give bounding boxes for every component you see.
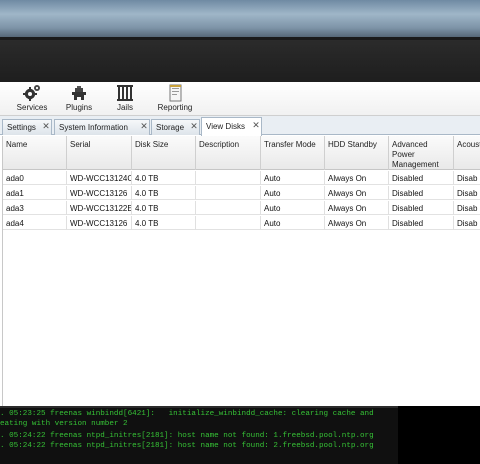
tab-settings-label: Settings bbox=[7, 123, 36, 132]
cell-name: ada3 bbox=[3, 201, 67, 215]
table-row[interactable]: ada1 WD-WCC13126 4.0 TB Auto Always On D… bbox=[3, 186, 480, 200]
grid-header: Name Serial Disk Size Description Transf… bbox=[3, 136, 480, 170]
cell-hdd-standby: Always On bbox=[325, 216, 389, 230]
cell-power-management: Disabled bbox=[389, 216, 454, 230]
table-row[interactable]: ada4 WD-WCC13126 4.0 TB Auto Always On D… bbox=[3, 216, 480, 230]
jails-label: Jails bbox=[116, 103, 133, 112]
cell-name: ada0 bbox=[3, 171, 67, 185]
toolbar: Services Plugins Jails Reporting bbox=[0, 82, 480, 116]
column-header-transfer-mode[interactable]: Transfer Mode bbox=[261, 136, 325, 170]
tab-system-information-label: System Information bbox=[59, 123, 128, 132]
cell-acoustic: Disab bbox=[454, 201, 480, 215]
cell-serial: WD-WCC13124C bbox=[67, 171, 132, 185]
column-header-advanced-power-management[interactable]: Advanced Power Management bbox=[389, 136, 454, 170]
close-icon[interactable]: ✕ bbox=[139, 121, 149, 133]
cell-name: ada4 bbox=[3, 216, 67, 230]
close-icon[interactable]: ✕ bbox=[41, 121, 51, 133]
desktop-background bbox=[0, 0, 480, 40]
console-log: . 05:23:25 freenas winbindd[6421]: initi… bbox=[0, 406, 398, 464]
cell-disk-size: 4.0 TB bbox=[132, 186, 196, 200]
cell-power-management: Disabled bbox=[389, 201, 454, 215]
table-row[interactable]: ada0 WD-WCC13124C 4.0 TB Auto Always On … bbox=[3, 171, 480, 185]
cell-transfer-mode: Auto bbox=[261, 201, 325, 215]
table-row[interactable]: ada3 WD-WCC13122E 4.0 TB Auto Always On … bbox=[3, 201, 480, 215]
console-line: . 05:24:22 freenas ntpd_initres[2181]: h… bbox=[0, 432, 374, 440]
cell-description bbox=[196, 201, 261, 215]
reporting-document-icon bbox=[169, 84, 182, 102]
cell-disk-size: 4.0 TB bbox=[132, 216, 196, 230]
cell-hdd-standby: Always On bbox=[325, 201, 389, 215]
app-header-bar bbox=[0, 40, 480, 82]
reporting-button[interactable]: Reporting bbox=[154, 83, 196, 115]
console-line: . 05:24:22 freenas ntpd_initres[2181]: h… bbox=[0, 442, 374, 450]
services-gear-icon bbox=[23, 85, 40, 101]
cell-transfer-mode: Auto bbox=[261, 171, 325, 185]
jails-button[interactable]: Jails bbox=[110, 83, 140, 115]
console-line: eating with version number 2 bbox=[0, 420, 128, 428]
services-button[interactable]: Services bbox=[14, 83, 50, 115]
tab-storage[interactable]: Storage ✕ bbox=[151, 119, 200, 135]
column-header-acoustic[interactable]: Acoust bbox=[454, 136, 480, 170]
cell-power-management: Disabled bbox=[389, 171, 454, 185]
disks-grid: Name Serial Disk Size Description Transf… bbox=[2, 136, 480, 406]
cell-disk-size: 4.0 TB bbox=[132, 201, 196, 215]
reporting-label: Reporting bbox=[157, 103, 193, 112]
cell-acoustic: Disab bbox=[454, 186, 480, 200]
tab-view-disks[interactable]: View Disks ✕ bbox=[201, 117, 262, 136]
cell-hdd-standby: Always On bbox=[325, 171, 389, 185]
plugins-icon bbox=[72, 86, 86, 100]
console-line: . 05:23:25 freenas winbindd[6421]: initi… bbox=[0, 410, 374, 418]
cell-description bbox=[196, 216, 261, 230]
column-header-hdd-standby[interactable]: HDD Standby bbox=[325, 136, 389, 170]
cell-disk-size: 4.0 TB bbox=[132, 171, 196, 185]
cell-acoustic: Disab bbox=[454, 171, 480, 185]
tab-storage-label: Storage bbox=[156, 123, 185, 132]
tab-system-information[interactable]: System Information ✕ bbox=[54, 119, 150, 135]
cell-power-management: Disabled bbox=[389, 186, 454, 200]
tab-settings[interactable]: Settings ✕ bbox=[2, 119, 52, 135]
close-icon[interactable]: ✕ bbox=[251, 120, 261, 132]
cell-description bbox=[196, 186, 261, 200]
main-panel: Services Plugins Jails Reporting Setting… bbox=[0, 82, 480, 406]
services-label: Services bbox=[16, 103, 48, 112]
plugins-label: Plugins bbox=[65, 103, 93, 112]
column-header-description[interactable]: Description bbox=[196, 136, 261, 170]
jails-bars-icon bbox=[117, 85, 133, 101]
cell-serial: WD-WCC13122E bbox=[67, 201, 132, 215]
plugins-button[interactable]: Plugins bbox=[62, 83, 96, 115]
cell-hdd-standby: Always On bbox=[325, 186, 389, 200]
cell-name: ada1 bbox=[3, 186, 67, 200]
tab-view-disks-label: View Disks bbox=[206, 122, 245, 131]
close-icon[interactable]: ✕ bbox=[189, 121, 199, 133]
cell-description bbox=[196, 171, 261, 185]
column-header-name[interactable]: Name bbox=[3, 136, 67, 170]
cell-serial: WD-WCC13126 bbox=[67, 186, 132, 200]
column-header-serial[interactable]: Serial bbox=[67, 136, 132, 170]
tab-bar: Settings ✕ System Information ✕ Storage … bbox=[0, 116, 480, 136]
column-header-disk-size[interactable]: Disk Size bbox=[132, 136, 196, 170]
cell-transfer-mode: Auto bbox=[261, 186, 325, 200]
cell-transfer-mode: Auto bbox=[261, 216, 325, 230]
cell-acoustic: Disab bbox=[454, 216, 480, 230]
cell-serial: WD-WCC13126 bbox=[67, 216, 132, 230]
